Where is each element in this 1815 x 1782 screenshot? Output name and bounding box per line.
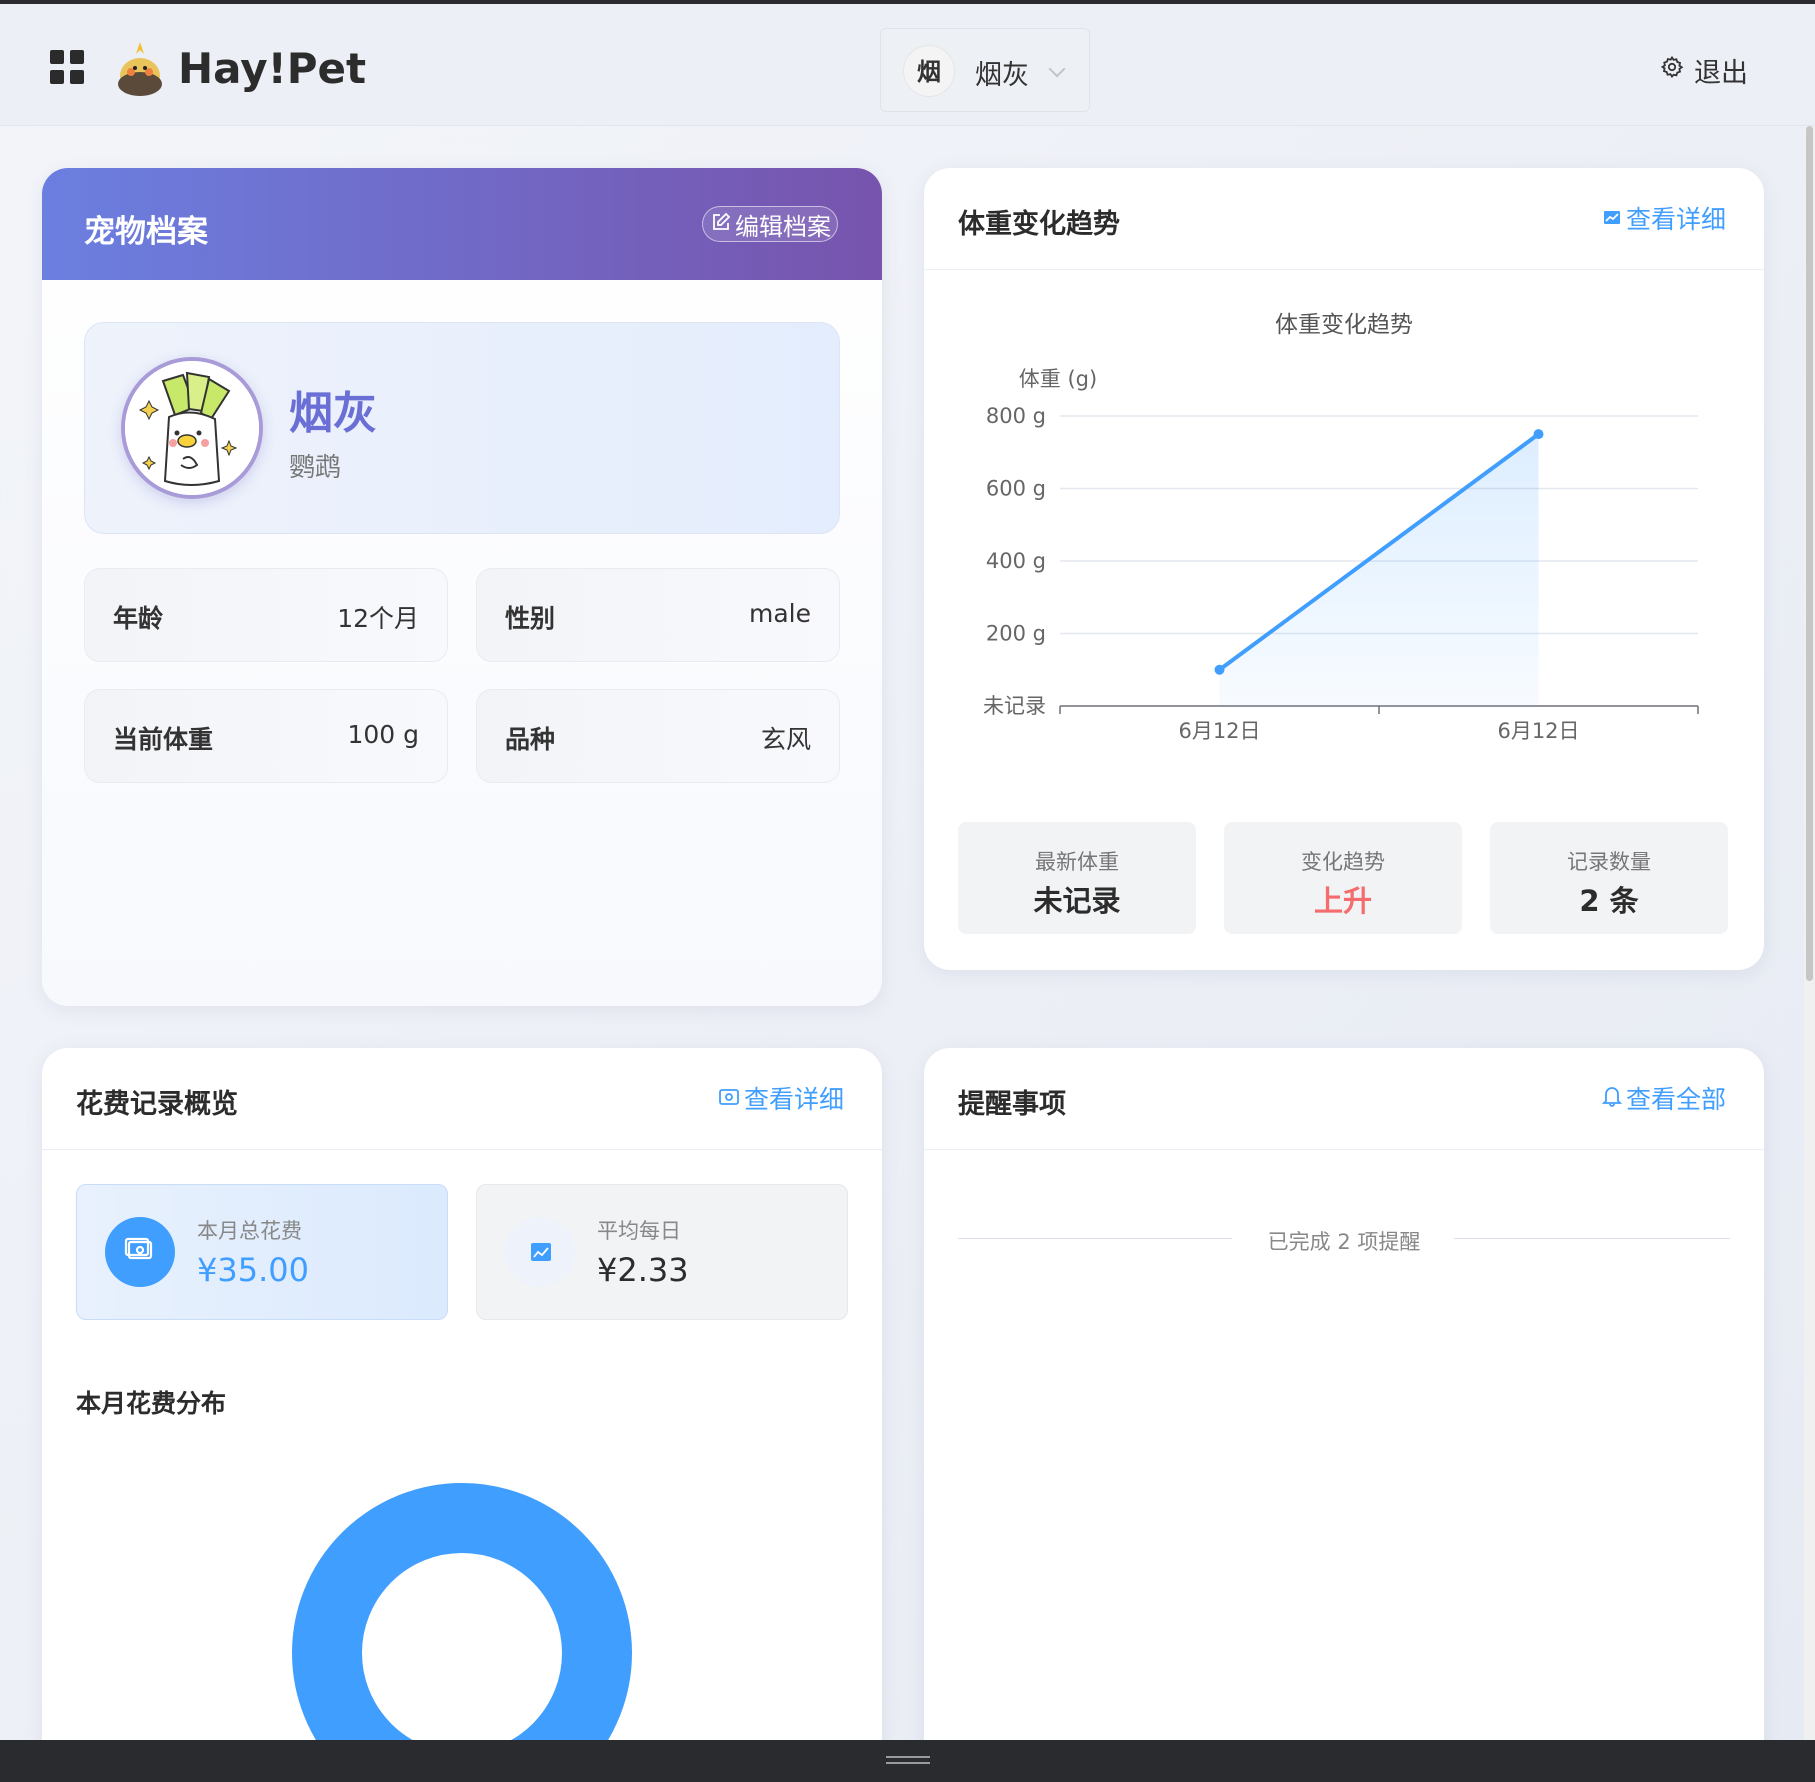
reminders-card: 提醒事项 查看全部 已完成 2 项提醒 [924, 1048, 1764, 1782]
stat-record-count-value: 2 条 [1579, 884, 1639, 918]
scrollbar-thumb[interactable] [1806, 126, 1813, 981]
pet-hero-panel: 烟灰 鹦鹉 [84, 322, 840, 534]
info-weight-value: 100 g [347, 720, 419, 749]
weight-chart: 体重变化趋势 体重 (g) 未记录 200 g 400 g 600 g 800 g 6月1… [983, 312, 1699, 743]
cockatiel-logo-icon [116, 40, 164, 98]
expense-detail-link[interactable]: 查看详细 [718, 1080, 844, 1116]
reminders-card-title: 提醒事项 [958, 1089, 1066, 1120]
month-total-value: ¥35.00 [197, 1251, 309, 1289]
edit-icon [711, 210, 731, 238]
weight-detail-link[interactable]: 查看详细 [1602, 200, 1726, 236]
pet-profile-card: 宠物档案 编辑档案 烟灰 鹦鹉 年龄 12个月 性别 male 当前体重 100… [42, 168, 882, 1006]
month-total-label: 本月总花费 [197, 1219, 302, 1243]
chart-data-point [1533, 429, 1544, 440]
weight-detail-label: 查看详细 [1625, 205, 1726, 234]
info-breed-value: 玄风 [760, 725, 811, 754]
stat-trend-label: 变化趋势 [1301, 850, 1385, 874]
chart-y-tick-label: 未记录 [983, 694, 1046, 718]
month-total-box: 本月总花费 ¥35.00 [76, 1184, 448, 1320]
info-breed: 品种 玄风 [476, 689, 840, 783]
weight-trend-card: 体重变化趋势 查看详细 体重变化趋势 体重 (g) 未记录 200 g 400 g 6… [924, 168, 1764, 970]
daily-average-value: ¥2.33 [597, 1251, 689, 1289]
chart-data-point [1214, 664, 1225, 675]
chart-x-tick-label: 6月12日 [1178, 719, 1260, 743]
info-age: 年龄 12个月 [84, 568, 448, 662]
pet-avatar[interactable] [121, 357, 263, 499]
gear-icon [1660, 55, 1684, 86]
pet-switcher-name: 烟灰 [975, 60, 1029, 91]
chevron-down-icon [1048, 60, 1066, 78]
chart-y-tick-label: 600 g [986, 477, 1046, 501]
stat-trend: 变化趋势 上升 [1224, 822, 1462, 934]
chart-area-fill [1219, 434, 1539, 706]
chart-y-tick-label: 800 g [986, 404, 1046, 428]
info-breed-label: 品种 [505, 725, 556, 754]
edit-profile-button[interactable]: 编辑档案 [702, 206, 838, 242]
stat-record-count-label: 记录数量 [1567, 850, 1651, 874]
completed-reminders-text: 已完成 2 项提醒 [1267, 1230, 1421, 1254]
expense-card-title: 花费记录概览 [76, 1089, 238, 1120]
expense-card-header: 花费记录概览 查看详细 [42, 1048, 882, 1150]
resize-handle-icon[interactable] [886, 1756, 930, 1764]
trend-chart-icon [505, 1217, 575, 1287]
pet-name: 烟灰 [289, 388, 377, 439]
apps-grid-icon[interactable] [50, 50, 84, 84]
profile-card-title: 宠物档案 [84, 214, 208, 250]
info-gender-value: male [749, 599, 811, 628]
bell-icon [1601, 1084, 1623, 1113]
edit-profile-label: 编辑档案 [735, 212, 831, 241]
pet-switcher-avatar: 烟 [903, 45, 955, 97]
info-gender-label: 性别 [505, 604, 556, 633]
stat-record-count: 记录数量 2 条 [1490, 822, 1728, 934]
stat-trend-value: 上升 [1313, 884, 1372, 918]
chart-y-tick-label: 200 g [986, 622, 1046, 646]
reminders-view-all-link[interactable]: 查看全部 [1601, 1080, 1726, 1116]
expense-donut-chart [292, 1483, 632, 1782]
chart-y-tick-label: 400 g [986, 549, 1046, 573]
stat-latest-weight-value: 未记录 [1033, 884, 1121, 918]
reminders-view-all-label: 查看全部 [1625, 1085, 1726, 1114]
chart-title: 体重变化趋势 [1275, 312, 1413, 338]
expense-detail-label: 查看详细 [743, 1085, 844, 1114]
expense-overview-card: 花费记录概览 查看详细 本月总花费 ¥35.00 平均每日 ¥2.33 本月花费… [42, 1048, 882, 1782]
app-header: Hay!Pet 烟 烟灰 退出 [0, 4, 1815, 126]
info-age-label: 年龄 [113, 604, 164, 633]
info-current-weight: 当前体重 100 g [84, 689, 448, 783]
expense-distribution-title: 本月花费分布 [76, 1389, 227, 1418]
page-scrollbar[interactable] [1804, 126, 1815, 1740]
stat-latest-weight-label: 最新体重 [1035, 850, 1119, 874]
logout-label: 退出 [1694, 57, 1748, 89]
reminders-card-header: 提醒事项 查看全部 [924, 1048, 1764, 1150]
wallet-icon [718, 1084, 740, 1113]
info-age-value: 12个月 [337, 604, 419, 633]
weight-card-header: 体重变化趋势 查看详细 [924, 168, 1764, 270]
chart-x-tick-label: 6月12日 [1497, 719, 1579, 743]
brand-name[interactable]: Hay!Pet [178, 44, 366, 93]
pet-species: 鹦鹉 [289, 453, 342, 483]
pet-switcher[interactable]: 烟 烟灰 [880, 28, 1090, 112]
chart-icon [1602, 204, 1622, 233]
info-weight-label: 当前体重 [113, 725, 214, 754]
chart-y-axis-label: 体重 (g) [1019, 367, 1097, 391]
logout-button[interactable]: 退出 [1660, 52, 1748, 89]
profile-card-header: 宠物档案 编辑档案 [42, 168, 882, 280]
stat-latest-weight: 最新体重 未记录 [958, 822, 1196, 934]
bottom-bar [0, 1740, 1815, 1782]
daily-average-label: 平均每日 [597, 1219, 681, 1243]
info-gender: 性别 male [476, 568, 840, 662]
daily-average-box: 平均每日 ¥2.33 [476, 1184, 848, 1320]
weight-card-title: 体重变化趋势 [958, 209, 1120, 240]
money-icon [105, 1217, 175, 1287]
